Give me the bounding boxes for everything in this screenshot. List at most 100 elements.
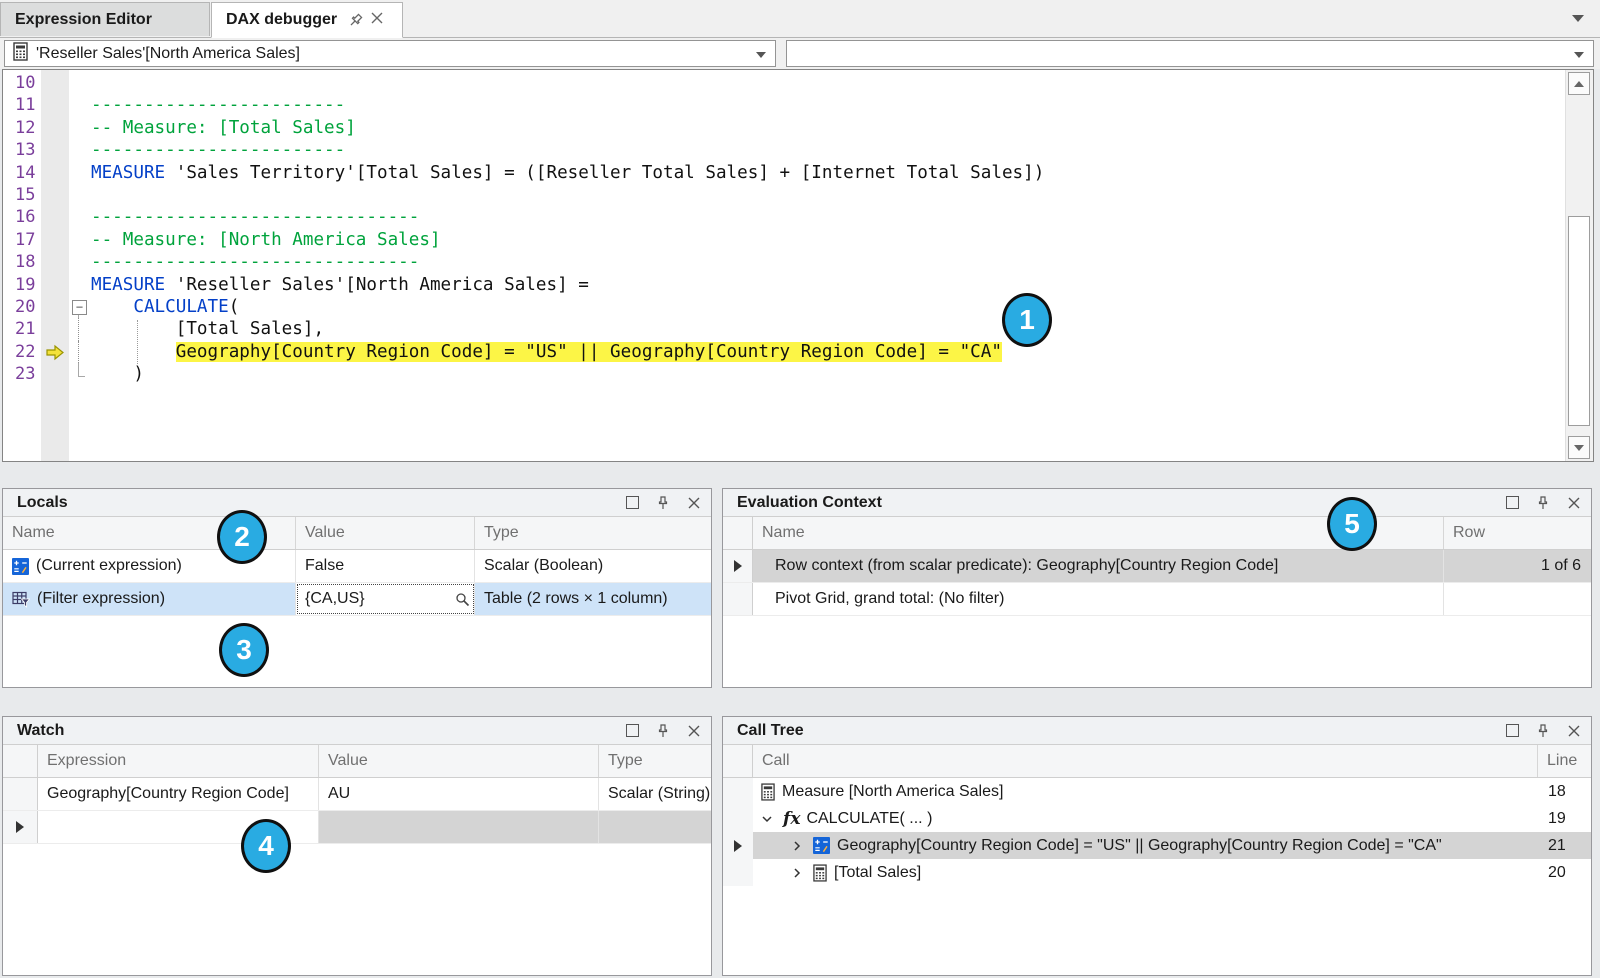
code-line-12[interactable]: 12-- Measure: [Total Sales] bbox=[3, 117, 1565, 139]
type-cell bbox=[599, 811, 711, 843]
code-text: ------------------------ bbox=[91, 94, 345, 116]
column-header-expression: Expression bbox=[38, 745, 319, 777]
pin-icon[interactable] bbox=[346, 10, 366, 30]
code-text: ) bbox=[91, 363, 144, 385]
scrollbar-thumb[interactable] bbox=[1568, 216, 1590, 426]
line-number-cell: 18 bbox=[1538, 778, 1591, 805]
expression-icon bbox=[813, 837, 830, 854]
fold-margin bbox=[69, 229, 91, 251]
row-selector-cell bbox=[723, 778, 753, 805]
row-selector-header bbox=[3, 745, 38, 777]
float-icon[interactable] bbox=[1505, 724, 1519, 738]
code-line-19[interactable]: 19MEASURE 'Reseller Sales'[North America… bbox=[3, 274, 1565, 296]
float-icon[interactable] bbox=[625, 724, 639, 738]
tab-expression-editor[interactable]: Expression Editor bbox=[0, 2, 210, 36]
tab-strip: Expression Editor DAX debugger bbox=[0, 0, 1600, 38]
pin-icon[interactable] bbox=[1536, 724, 1550, 738]
float-icon[interactable] bbox=[625, 496, 639, 510]
code-text: ------------------------ bbox=[91, 139, 345, 161]
line-number-cell: 19 bbox=[1538, 805, 1591, 832]
code-token: CALCULATE bbox=[133, 297, 228, 317]
code-line-17[interactable]: 17-- Measure: [North America Sales] bbox=[3, 229, 1565, 251]
chevron-down-icon[interactable] bbox=[756, 52, 766, 58]
pin-icon[interactable] bbox=[1536, 496, 1550, 510]
call-tree-row[interactable]: Measure [North America Sales]18 bbox=[723, 778, 1591, 805]
magnifier-icon bbox=[455, 592, 470, 607]
fold-margin bbox=[69, 251, 91, 273]
line-number: 23 bbox=[3, 363, 41, 385]
code-token: -- Measure: [North America Sales] bbox=[91, 230, 441, 250]
fold-margin bbox=[69, 206, 91, 228]
column-header-call: Call bbox=[753, 745, 1538, 777]
expression-cell[interactable]: Geography[Country Region Code] bbox=[38, 778, 319, 810]
code-line-22[interactable]: 22 Geography[Country Region Code] = "US"… bbox=[3, 341, 1565, 363]
locals-row[interactable]: (Current expression)FalseScalar (Boolean… bbox=[3, 550, 711, 583]
watch-row[interactable]: Geography[Country Region Code]AUScalar (… bbox=[3, 778, 711, 811]
row-selector-header bbox=[723, 745, 753, 777]
filter-table-icon bbox=[12, 591, 30, 608]
line-number-cell: 21 bbox=[1538, 832, 1591, 859]
watch-header-row: Expression Value Type bbox=[3, 744, 711, 778]
evaluation-context-row[interactable]: Row context (from scalar predicate): Geo… bbox=[723, 550, 1591, 583]
line-number: 20 bbox=[3, 296, 41, 318]
code-line-23[interactable]: 23 ) bbox=[3, 363, 1565, 385]
code-line-15[interactable]: 15 bbox=[3, 184, 1565, 206]
indicator-margin bbox=[41, 72, 69, 94]
pin-icon[interactable] bbox=[656, 496, 670, 510]
expression-selector-combobox[interactable]: 'Reseller Sales'[North America Sales] bbox=[4, 40, 776, 67]
column-header-line: Line bbox=[1538, 745, 1591, 777]
locals-row[interactable]: (Filter expression){CA,US}Table (2 rows … bbox=[3, 583, 711, 616]
chevron-down-icon[interactable] bbox=[761, 813, 783, 825]
fold-marker[interactable] bbox=[69, 296, 91, 318]
fold-marker[interactable] bbox=[69, 363, 91, 385]
indicator-margin bbox=[41, 274, 69, 296]
secondary-combobox[interactable] bbox=[786, 40, 1594, 67]
close-icon[interactable] bbox=[1567, 724, 1581, 738]
code-line-20[interactable]: 20 CALCULATE( bbox=[3, 296, 1565, 318]
call-tree-row[interactable]: fxCALCULATE( ... )19 bbox=[723, 805, 1591, 832]
code-line-11[interactable]: 11------------------------ bbox=[3, 94, 1565, 116]
call-tree-row[interactable]: Geography[Country Region Code] = "US" ||… bbox=[723, 832, 1591, 859]
editor-vertical-scrollbar[interactable] bbox=[1565, 70, 1593, 461]
close-icon[interactable] bbox=[1567, 496, 1581, 510]
code-text: ------------------------------- bbox=[91, 251, 419, 273]
code-token bbox=[91, 297, 133, 317]
tab-list-dropdown-icon[interactable] bbox=[1572, 15, 1584, 22]
chevron-right-icon[interactable] bbox=[791, 867, 813, 879]
code-token: [Total Sales], bbox=[91, 319, 324, 339]
call-cell: [Total Sales] bbox=[753, 859, 1538, 886]
row-selector-cell bbox=[3, 778, 38, 810]
fold-marker[interactable] bbox=[69, 341, 91, 363]
current-statement-arrow-icon[interactable] bbox=[41, 341, 69, 363]
watch-row[interactable] bbox=[3, 811, 711, 844]
locals-header-row: Name Value Type bbox=[3, 516, 711, 550]
code-line-18[interactable]: 18------------------------------- bbox=[3, 251, 1565, 273]
code-token: ) bbox=[91, 364, 144, 384]
scroll-up-icon[interactable] bbox=[1568, 72, 1590, 95]
code-line-10[interactable]: 10 bbox=[3, 72, 1565, 94]
current-row-arrow-icon bbox=[734, 560, 742, 572]
indicator-margin bbox=[41, 94, 69, 116]
type-cell: Table (2 rows × 1 column) bbox=[475, 583, 711, 615]
pin-icon[interactable] bbox=[656, 724, 670, 738]
chevron-right-icon[interactable] bbox=[791, 840, 813, 852]
code-editor[interactable]: 1011------------------------12-- Measure… bbox=[2, 69, 1594, 462]
code-line-16[interactable]: 16------------------------------- bbox=[3, 206, 1565, 228]
close-icon[interactable] bbox=[687, 496, 701, 510]
chevron-down-icon[interactable] bbox=[1574, 52, 1584, 58]
indicator-margin bbox=[41, 162, 69, 184]
line-number: 22 bbox=[3, 341, 41, 363]
code-line-14[interactable]: 14MEASURE 'Sales Territory'[Total Sales]… bbox=[3, 162, 1565, 184]
code-line-21[interactable]: 21 [Total Sales], bbox=[3, 318, 1565, 340]
evaluation-context-row[interactable]: Pivot Grid, grand total: (No filter) bbox=[723, 583, 1591, 616]
close-icon[interactable] bbox=[687, 724, 701, 738]
scroll-down-icon[interactable] bbox=[1568, 436, 1590, 459]
line-number: 13 bbox=[3, 139, 41, 161]
tab-dax-debugger[interactable]: DAX debugger bbox=[211, 2, 403, 38]
code-line-13[interactable]: 13 ------------------------ bbox=[3, 139, 1565, 161]
float-icon[interactable] bbox=[1505, 496, 1519, 510]
row-count-cell bbox=[1444, 583, 1591, 615]
fold-marker[interactable] bbox=[69, 318, 91, 340]
close-icon[interactable] bbox=[371, 11, 383, 29]
call-tree-row[interactable]: [Total Sales]20 bbox=[723, 859, 1591, 886]
